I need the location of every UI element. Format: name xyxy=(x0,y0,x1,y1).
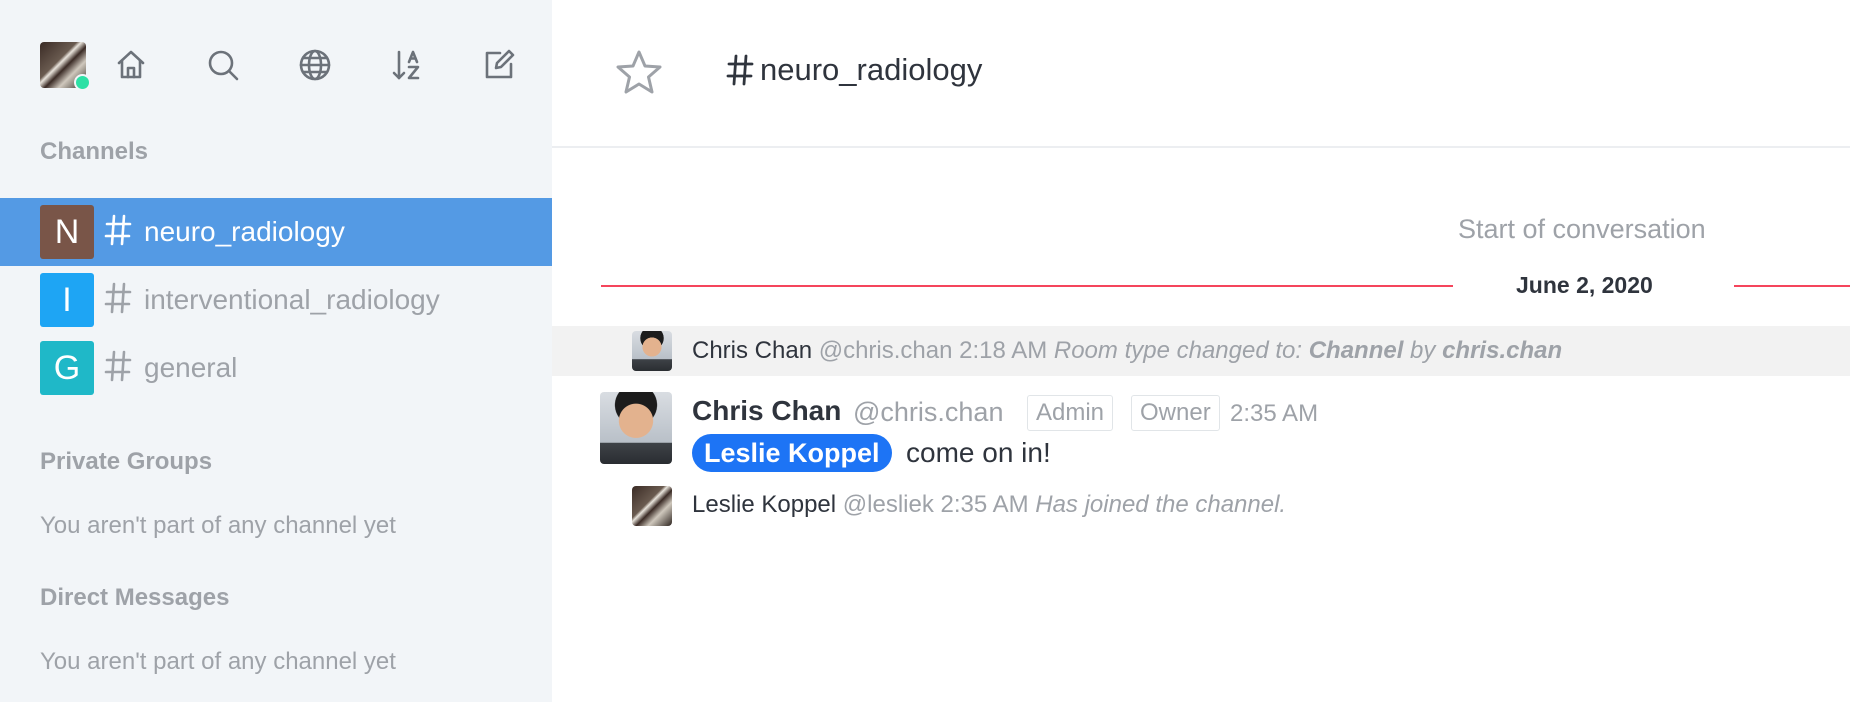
sidebar-item-interventional-radiology[interactable]: I interventional_radiology xyxy=(0,266,552,334)
message-body: come on in! xyxy=(906,437,1051,468)
globe-icon xyxy=(299,49,331,81)
create-new-button[interactable] xyxy=(480,46,518,84)
sidebar: Channels N neuro_radiology I interventio… xyxy=(0,0,552,702)
private-groups-section-title: Private Groups xyxy=(40,448,213,475)
role-badge-owner: Owner xyxy=(1131,395,1220,431)
channel-avatar: G xyxy=(40,341,94,395)
date-divider-line xyxy=(601,285,1453,287)
message-time: 2:35 AM xyxy=(1230,400,1319,427)
channel-avatar: I xyxy=(40,273,94,327)
directory-button[interactable] xyxy=(296,46,334,84)
online-status-icon xyxy=(74,74,91,91)
edit-icon xyxy=(485,49,515,79)
sidebar-item-general[interactable]: G general xyxy=(0,334,552,402)
message-author[interactable]: Chris Chan xyxy=(692,395,841,427)
direct-messages-empty-note: You aren't part of any channel yet xyxy=(40,648,396,675)
message-time: 2:35 AM xyxy=(940,491,1029,518)
channel-name: interventional_radiology xyxy=(144,284,440,315)
channel-name: general xyxy=(144,352,238,383)
message-author[interactable]: Leslie Koppel xyxy=(692,491,836,518)
hashtag-icon xyxy=(104,212,134,252)
favorite-button[interactable] xyxy=(614,48,666,98)
sidebar-item-neuro-radiology[interactable]: N neuro_radiology xyxy=(0,198,552,266)
room-header: neuro_radiology xyxy=(552,0,1850,148)
start-of-conversation-label: Start of conversation xyxy=(1458,214,1706,244)
sort-az-icon xyxy=(392,50,420,80)
hashtag-icon xyxy=(104,348,134,388)
avatar[interactable] xyxy=(632,331,672,371)
hashtag-icon xyxy=(726,52,754,93)
system-message-body: Has joined the channel. xyxy=(1035,491,1287,518)
avatar[interactable] xyxy=(600,392,672,464)
home-icon xyxy=(117,50,145,79)
date-divider-line xyxy=(1734,285,1850,287)
role-badge-admin: Admin xyxy=(1027,395,1114,431)
star-icon xyxy=(616,50,662,94)
channels-section-title: Channels xyxy=(40,138,149,165)
sort-button[interactable] xyxy=(388,46,426,84)
hashtag-icon xyxy=(104,280,134,320)
date-divider-label: June 2, 2020 xyxy=(1516,272,1653,298)
message-handle[interactable]: @chris.chan xyxy=(853,397,1003,428)
channel-name: neuro_radiology xyxy=(144,216,345,247)
home-button[interactable] xyxy=(112,46,150,84)
system-message-text: Chris Chan @chris.chan 2:18 AM Room type… xyxy=(692,337,1562,365)
search-icon xyxy=(208,50,239,81)
message-handle[interactable]: @lesliek xyxy=(843,491,934,518)
message-time: 2:18 AM xyxy=(959,337,1048,364)
message-handle[interactable]: @chris.chan xyxy=(819,337,953,364)
message-author[interactable]: Chris Chan xyxy=(692,337,812,364)
search-button[interactable] xyxy=(204,46,242,84)
private-groups-empty-note: You aren't part of any channel yet xyxy=(40,512,396,539)
sidebar-toolbar xyxy=(40,40,520,91)
system-message-body: Room type changed to: Channel by chris.c… xyxy=(1053,337,1563,364)
avatar[interactable] xyxy=(632,486,672,526)
direct-messages-section-title: Direct Messages xyxy=(40,584,230,611)
system-message-text: Leslie Koppel @lesliek 2:35 AM Has joine… xyxy=(692,491,1286,519)
user-mention[interactable]: Leslie Koppel xyxy=(692,434,892,472)
channel-avatar: N xyxy=(40,205,94,259)
room-title: neuro_radiology xyxy=(760,52,983,87)
